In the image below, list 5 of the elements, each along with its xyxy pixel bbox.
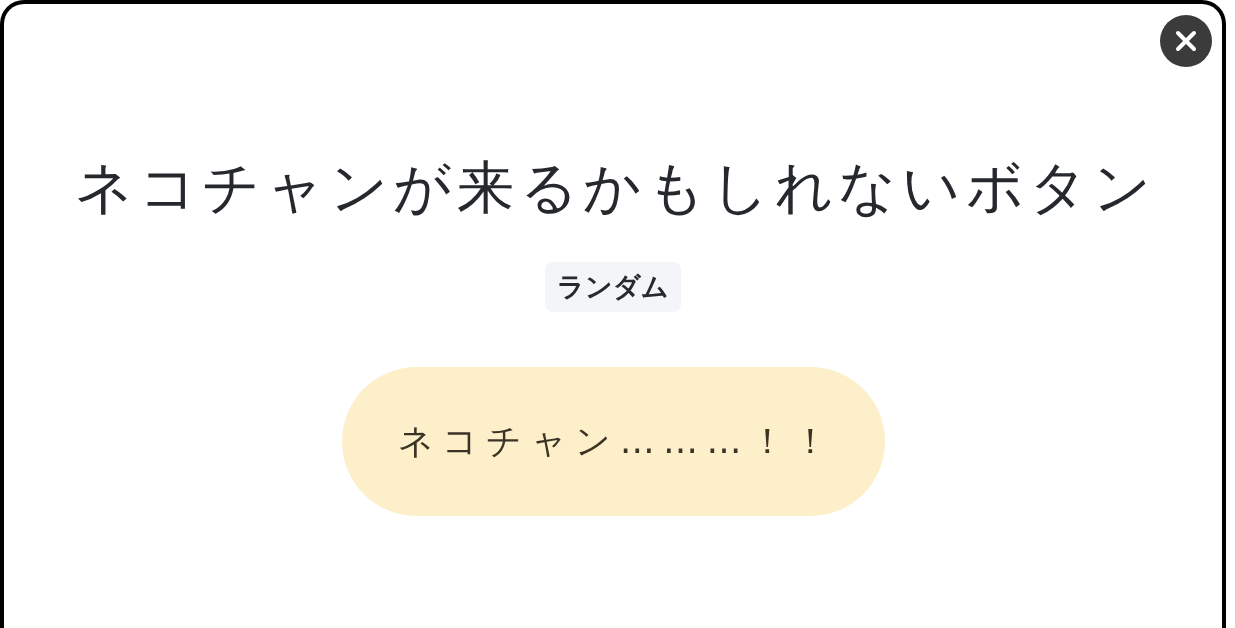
close-button[interactable] <box>1160 15 1212 67</box>
page-title: ネコチャンが来るかもしれないボタン <box>73 156 1157 218</box>
category-tag: ランダム <box>545 262 681 312</box>
close-icon <box>1160 15 1212 67</box>
cat-button[interactable]: ネコチャン………！！ <box>341 367 885 516</box>
